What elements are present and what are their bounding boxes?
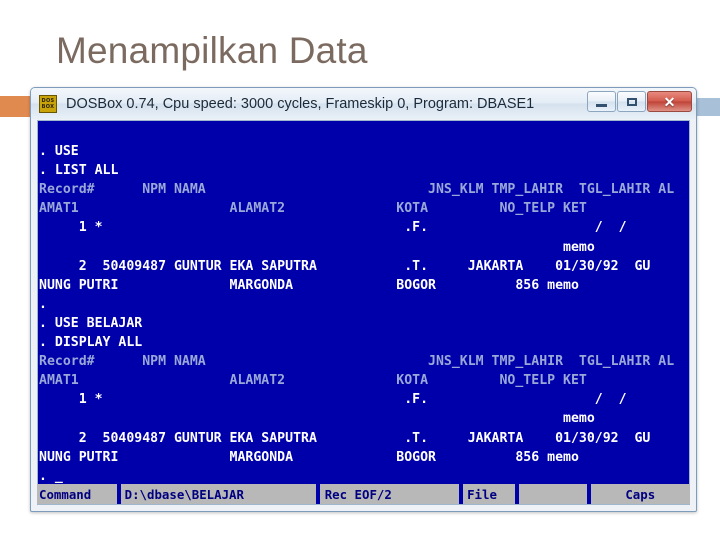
terminal-line: memo xyxy=(39,239,595,255)
status-caps: Caps xyxy=(590,484,691,504)
terminal-line: . DISPLAY ALL xyxy=(39,335,143,351)
terminal-line: 2 50409487 GUNTUR EKA SAPUTRA .T. JAKART… xyxy=(39,430,651,446)
status-path: D:\dbase\BELAJAR xyxy=(120,484,316,504)
window-controls: ✕ xyxy=(586,91,692,112)
status-mode: Command xyxy=(37,484,117,504)
terminal-line: 2 50409487 GUNTUR EKA SAPUTRA .T. JAKART… xyxy=(39,258,651,274)
right-accent-bar xyxy=(697,98,720,116)
terminal-line: . xyxy=(39,296,47,312)
terminal-screen: . USE . LIST ALL Record# NPM NAMA JNS_KLM … xyxy=(39,123,689,486)
terminal-line: 1 * .F. / / xyxy=(39,392,627,408)
minimize-button[interactable] xyxy=(587,91,616,112)
terminal-line: AMAT1 ALAMAT2 KOTA NO_TELP KET xyxy=(39,201,587,217)
close-icon: ✕ xyxy=(663,93,676,110)
maximize-icon xyxy=(626,97,637,106)
minimize-icon xyxy=(596,103,607,107)
dbase-status-bar: Command D:\dbase\BELAJAR Rec EOF/2 File … xyxy=(37,484,691,504)
status-spare xyxy=(518,484,587,504)
terminal-line: 1 * .F. / / xyxy=(39,220,627,236)
status-file: File xyxy=(463,484,515,504)
dosbox-icon-line2: BOX xyxy=(41,103,55,110)
terminal-line: Record# NPM NAMA JNS_KLM TMP_LAHIR TGL_L… xyxy=(39,182,675,198)
terminal-line: . _ xyxy=(39,468,63,484)
page-title: Menampilkan Data xyxy=(56,30,368,71)
terminal-line: Record# NPM NAMA JNS_KLM TMP_LAHIR TGL_L… xyxy=(39,354,675,370)
dosbox-window: DOS BOX DOSBox 0.74, Cpu speed: 3000 cyc… xyxy=(30,87,697,512)
terminal-line: AMAT1 ALAMAT2 KOTA NO_TELP KET xyxy=(39,373,587,389)
dos-terminal[interactable]: . USE . LIST ALL Record# NPM NAMA JNS_KLM … xyxy=(37,120,690,505)
terminal-line: NUNG PUTRI MARGONDA BOGOR 856 memo xyxy=(39,277,579,293)
window-titlebar[interactable]: DOS BOX DOSBox 0.74, Cpu speed: 3000 cyc… xyxy=(31,88,696,119)
maximize-button[interactable] xyxy=(617,91,646,112)
status-record: Rec EOF/2 xyxy=(319,484,460,504)
window-title-text: DOSBox 0.74, Cpu speed: 3000 cycles, Fra… xyxy=(66,95,535,112)
dosbox-icon: DOS BOX xyxy=(39,94,57,113)
terminal-line: . USE xyxy=(39,144,79,160)
close-button[interactable]: ✕ xyxy=(647,91,692,112)
terminal-line: NUNG PUTRI MARGONDA BOGOR 856 memo xyxy=(39,449,579,465)
terminal-line: memo xyxy=(39,411,595,427)
terminal-line: . LIST ALL xyxy=(39,163,119,179)
terminal-line: . USE BELAJAR xyxy=(39,315,143,331)
